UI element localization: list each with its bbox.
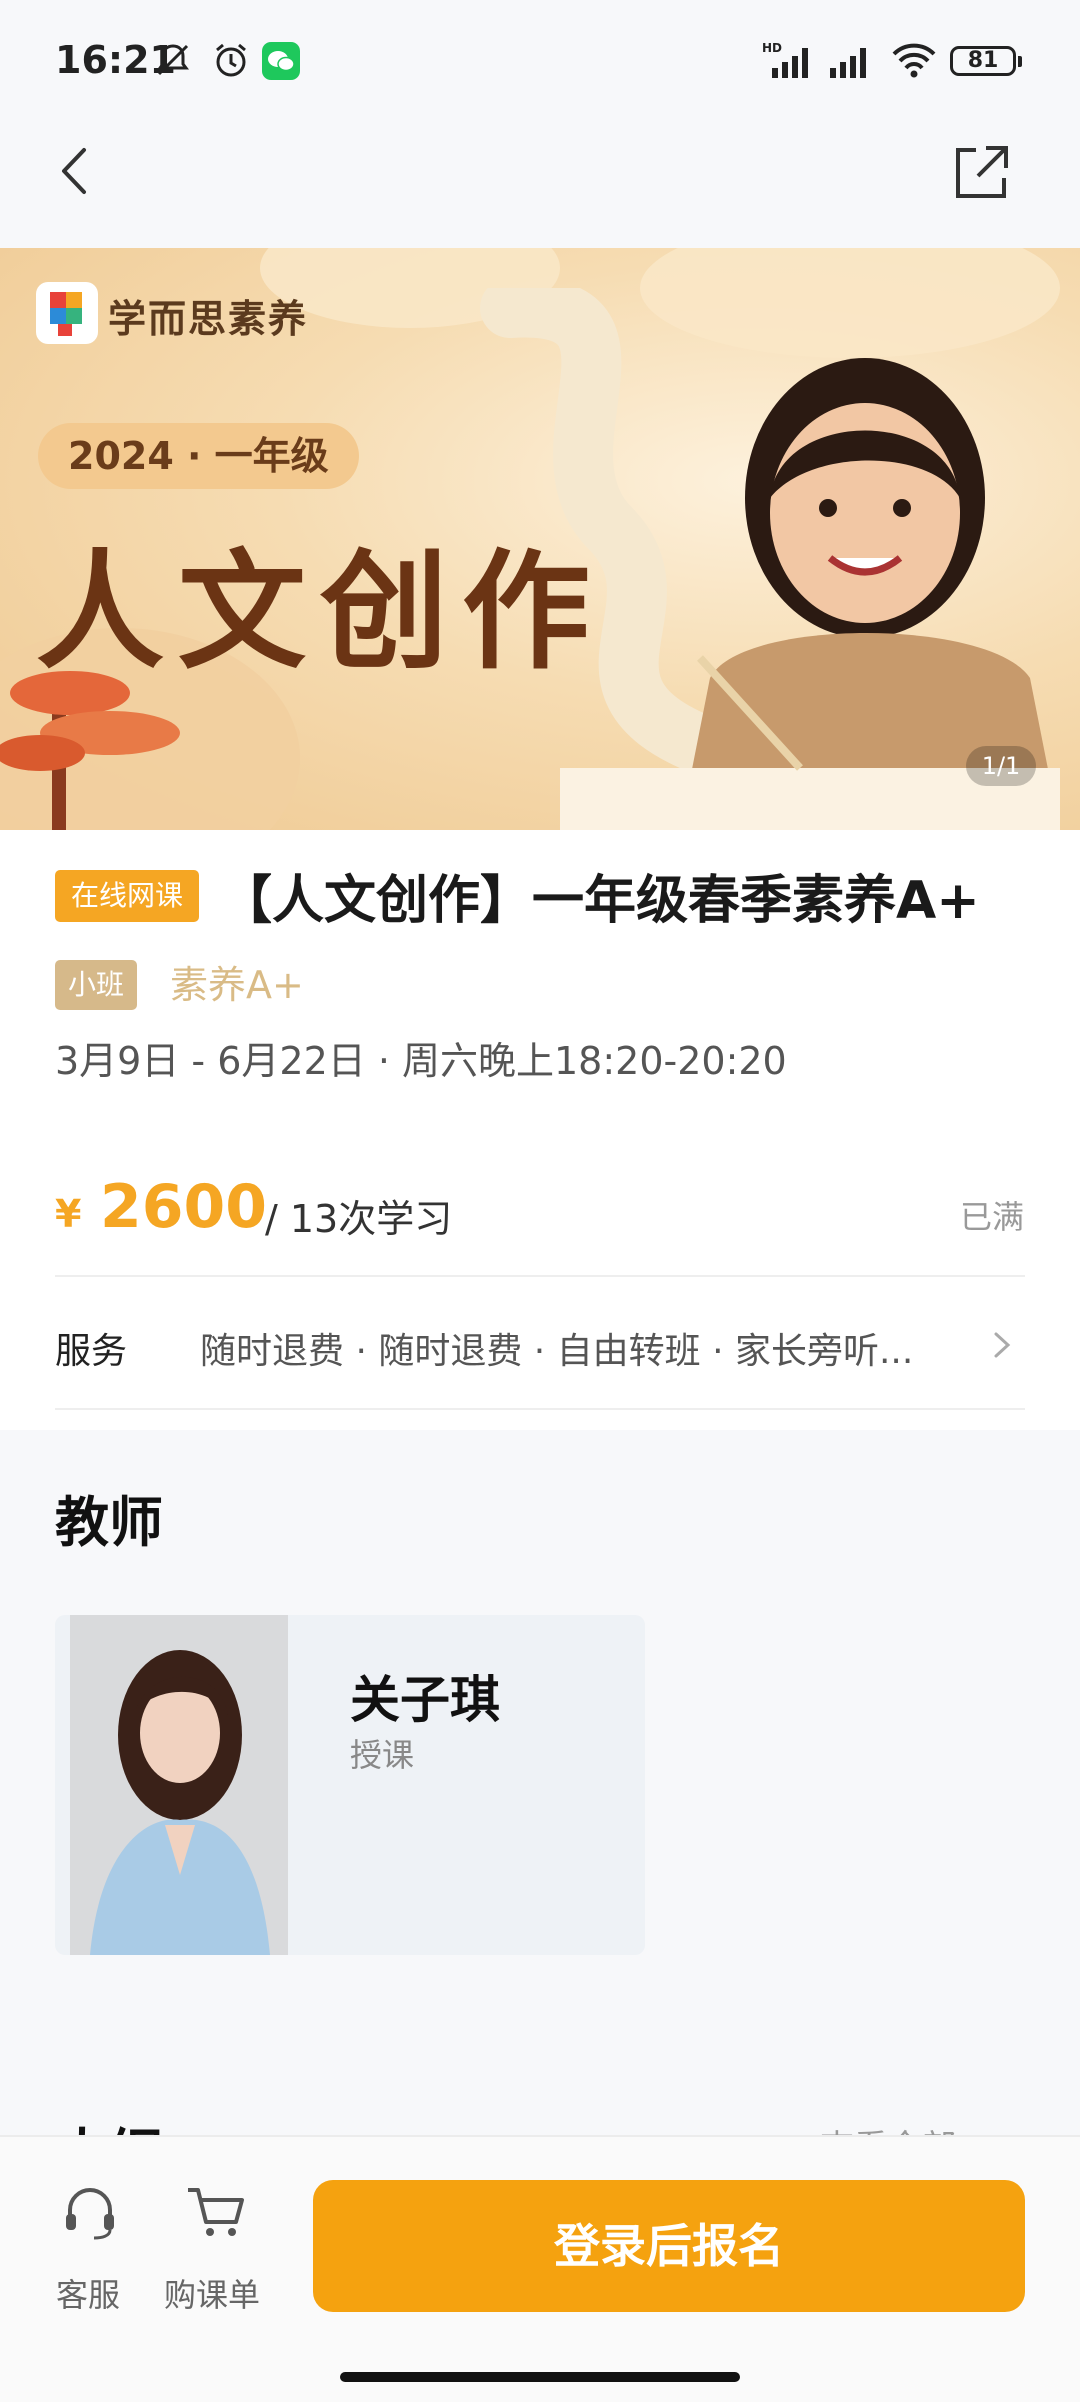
class-size-tag: 小班 [55, 960, 138, 1010]
service-label[interactable]: 服务 [55, 1322, 127, 1374]
price-symbol: ¥ [55, 1192, 82, 1236]
brand-logo [36, 282, 98, 344]
alarm-icon [208, 38, 254, 82]
share-icon [956, 146, 1008, 198]
hd-signal-icon: HD [762, 38, 824, 82]
signal-icon [826, 38, 880, 82]
wifi-icon [888, 38, 940, 82]
online-course-tag: 在线网课 [55, 870, 200, 922]
chevron-right-icon[interactable] [990, 1328, 1014, 1362]
service-list[interactable]: 随时退费 · 随时退费 · 自由转班 · 家长旁听... [200, 1322, 930, 1374]
svg-text:HD: HD [762, 41, 782, 55]
battery-icon: 81 [950, 46, 1022, 76]
wechat-icon [262, 42, 300, 80]
course-banner[interactable]: 学而思素养 2024 · 一年级 人文创作 1/1 [0, 248, 1080, 830]
teacher-name: 关子琪 [350, 1671, 500, 1729]
teacher-avatar [70, 1615, 288, 1955]
price-value: 2600 [100, 1172, 267, 1242]
mute-icon [150, 38, 196, 82]
divider [55, 1408, 1025, 1410]
course-schedule: 3月9日 - 6月22日 · 周六晚上18:20-20:20 [55, 1039, 787, 1083]
back-button[interactable] [50, 140, 100, 202]
customer-service-label[interactable]: 客服 [56, 2270, 120, 2316]
headset-icon[interactable] [58, 2180, 122, 2244]
divider [55, 1275, 1025, 1277]
cart-icon[interactable] [182, 2180, 248, 2244]
home-indicator[interactable] [340, 2372, 740, 2382]
course-title: 【人文创作】一年级春季素养A+ [220, 871, 980, 931]
grade-pill: 2024 · 一年级 [38, 423, 359, 489]
price-unit: / 13次学习 [265, 1197, 453, 1241]
enrollment-status: 已满 [960, 1198, 1025, 1236]
page-indicator: 1/1 [966, 746, 1036, 786]
banner-title: 人文创作 [36, 538, 605, 687]
brand-name: 学而思素养 [108, 297, 309, 341]
course-level: 素养A+ [170, 963, 304, 1007]
cart-label[interactable]: 购课单 [164, 2270, 260, 2316]
login-signup-button[interactable]: 登录后报名 [313, 2180, 1025, 2312]
teacher-role: 授课 [350, 1736, 415, 1774]
chevron-left-icon [62, 148, 86, 194]
share-button[interactable] [950, 142, 1012, 204]
teacher-heading: 教师 [55, 1491, 163, 1554]
